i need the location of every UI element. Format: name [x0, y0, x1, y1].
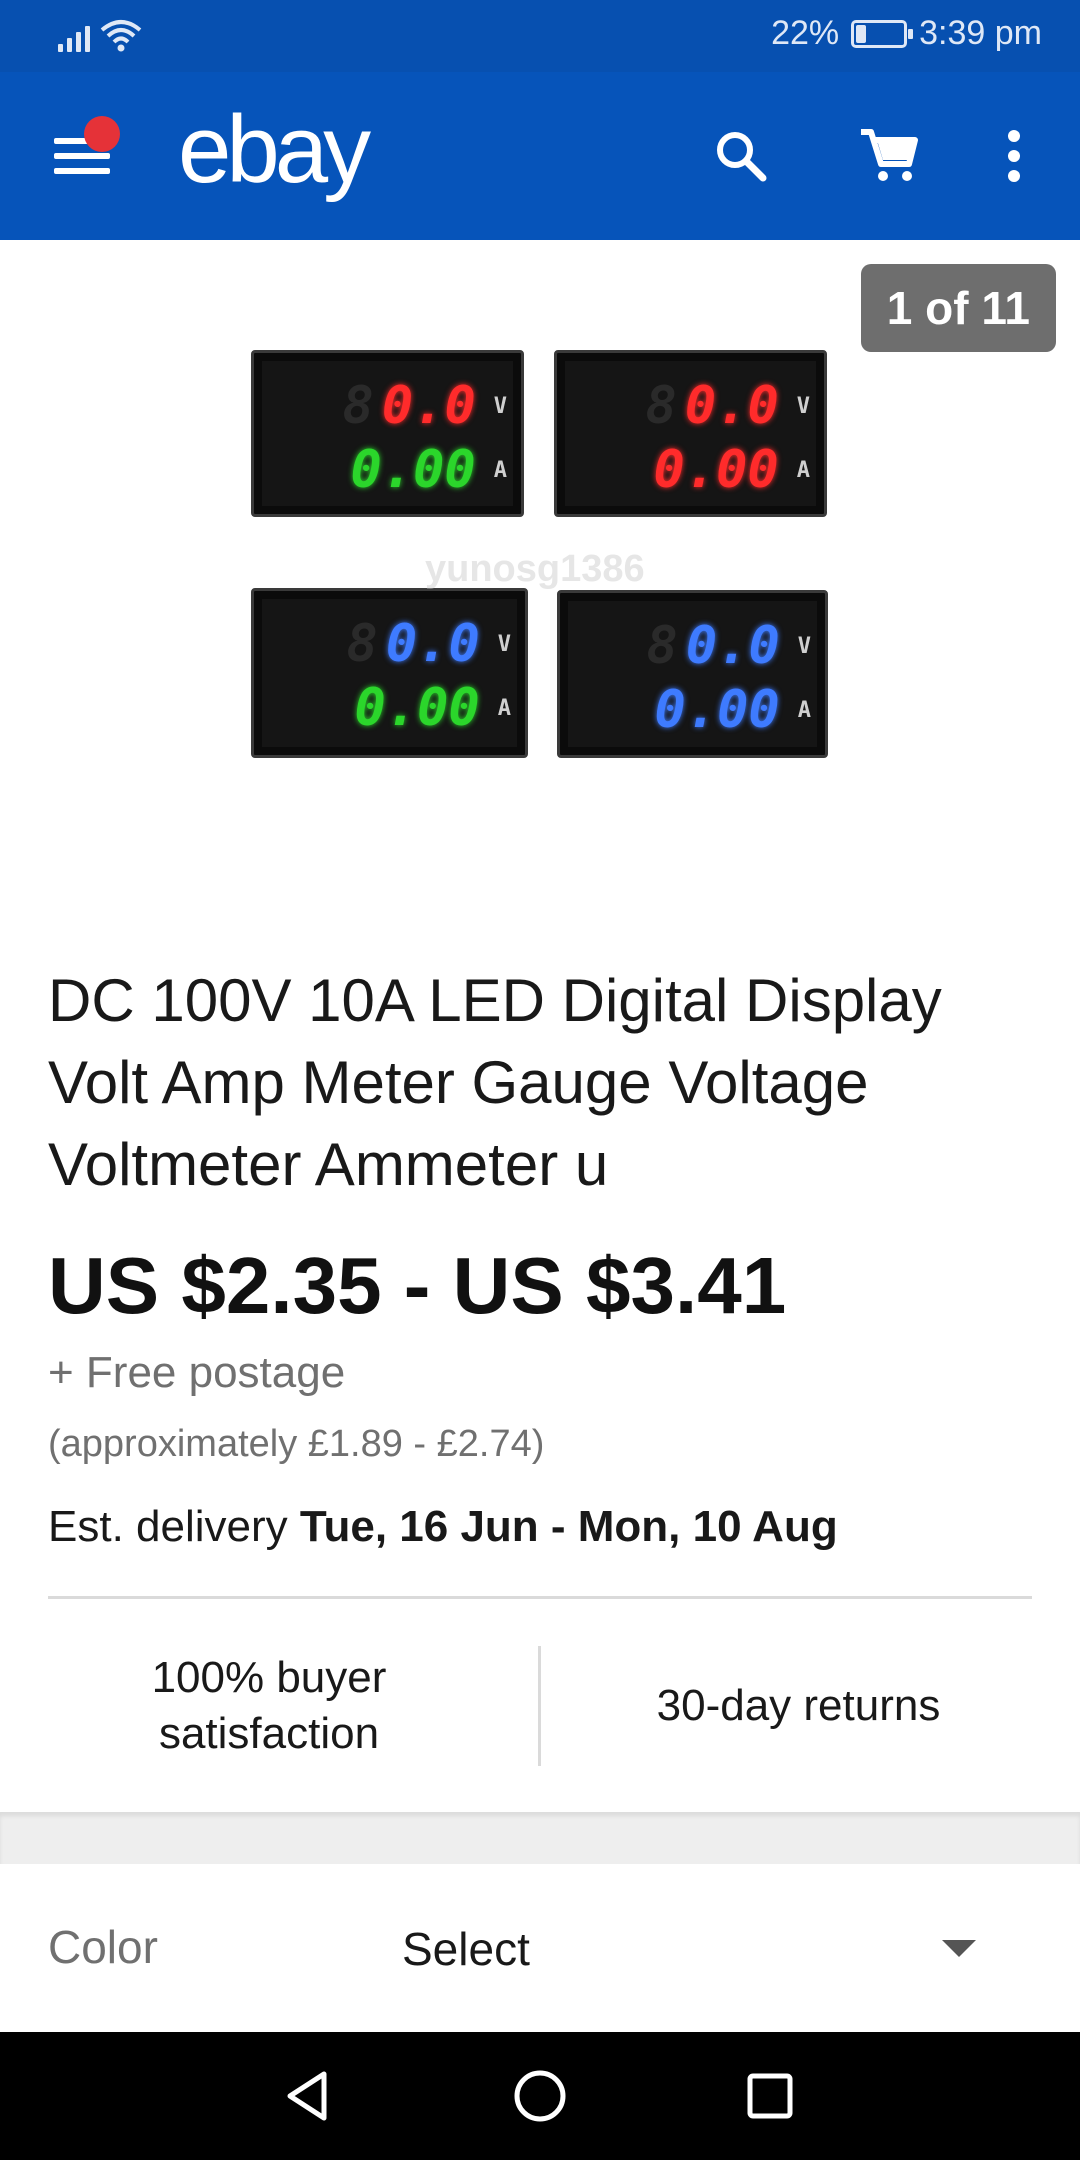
satisfaction-line2: satisfaction [158, 1709, 380, 1758]
ebay-logo[interactable]: ebay [178, 102, 371, 198]
amp-reading: 0.00 [653, 440, 779, 500]
menu-icon-bar [54, 168, 110, 174]
menu-button[interactable] [54, 116, 120, 178]
amp-reading: 0.00 [354, 678, 480, 738]
image-watermark: yunosg1386 [425, 548, 645, 590]
cart-button[interactable] [851, 118, 927, 194]
color-value[interactable]: Select [402, 1922, 530, 1976]
signal-icon [58, 18, 90, 52]
search-icon [717, 132, 767, 182]
volt-unit: V [797, 633, 811, 659]
returns-label: 30-day returns [656, 1681, 941, 1730]
notification-dot [84, 116, 120, 152]
status-right: 22% 3:39 pm [771, 14, 1042, 53]
amp-unit: A [497, 695, 511, 721]
amp-reading: 0.00 [654, 680, 780, 740]
status-left [58, 18, 142, 52]
trust-row: 100% buyer satisfaction 30-day returns [0, 1600, 1080, 1812]
postage-info: + Free postage [48, 1348, 346, 1397]
back-icon [287, 2071, 327, 2121]
home-icon [514, 2070, 566, 2122]
more-button[interactable] [976, 118, 1052, 194]
delivery-dates: Tue, 16 Jun - Mon, 10 Aug [299, 1502, 838, 1551]
search-button[interactable] [703, 118, 779, 194]
color-label: Color [48, 1921, 158, 1973]
battery-percent: 22% [771, 14, 840, 52]
returns-info[interactable]: 30-day returns [541, 1600, 1056, 1812]
amp-unit: A [796, 457, 810, 483]
clock: 3:39 pm [919, 14, 1042, 52]
ghost-digit: 8 [342, 376, 374, 436]
more-icon [1008, 130, 1020, 182]
dropdown-caret-icon[interactable] [942, 1940, 976, 1957]
delivery-estimate: Est. delivery Tue, 16 Jun - Mon, 10 Aug [48, 1502, 838, 1552]
buyer-satisfaction[interactable]: 100% buyer satisfaction [0, 1600, 538, 1812]
ghost-digit: 8 [346, 614, 378, 674]
image-gallery[interactable]: 1 of 11 8 0.0 V 0.00 A 8 0.0 V 0.00 A 8 0.0 V 0.… [0, 240, 1080, 890]
battery-icon [851, 19, 914, 48]
home-button[interactable] [504, 2060, 576, 2132]
back-button[interactable] [272, 2060, 344, 2132]
meter-image: 8 0.0 V 0.00 A [251, 350, 524, 517]
color-selector[interactable]: Color Select [0, 1864, 1080, 2032]
image-counter: 1 of 11 [860, 264, 1056, 352]
volt-reading: 0.0 [685, 616, 780, 676]
meter-image: 8 0.0 V 0.00 A [557, 590, 828, 758]
meter-image: 8 0.0 V 0.00 A [554, 350, 827, 517]
listing-title: DC 100V 10A LED Digital Display Volt Amp… [48, 967, 942, 1198]
system-nav-bar [0, 2032, 1080, 2160]
status-bar: 22% 3:39 pm [0, 0, 1080, 72]
ghost-digit: 8 [646, 616, 678, 676]
delivery-label: Est. delivery [48, 1502, 288, 1551]
volt-reading: 0.0 [684, 376, 779, 436]
volt-unit: V [493, 393, 507, 419]
volt-unit: V [497, 631, 511, 657]
listing-price: US $2.35 - US $3.41 [48, 1241, 787, 1330]
volt-reading: 0.0 [381, 376, 476, 436]
app-bar: ebay [0, 72, 1080, 240]
meter-image: 8 0.0 V 0.00 A [251, 588, 528, 758]
divider [48, 1596, 1032, 1599]
recents-icon [747, 2073, 793, 2119]
ghost-digit: 8 [645, 376, 677, 436]
amp-unit: A [797, 697, 811, 723]
satisfaction-line1: 100% buyer [151, 1653, 387, 1702]
wifi-icon [100, 20, 142, 52]
cart-icon [861, 129, 918, 181]
approx-price: (approximately £1.89 - £2.74) [48, 1423, 545, 1465]
volt-reading: 0.0 [385, 614, 480, 674]
recents-button[interactable] [734, 2060, 806, 2132]
amp-unit: A [493, 457, 507, 483]
section-gap [0, 1812, 1080, 1864]
amp-reading: 0.00 [350, 440, 476, 500]
volt-unit: V [796, 393, 810, 419]
battery-fill [856, 24, 867, 43]
menu-icon-bar [54, 153, 110, 159]
